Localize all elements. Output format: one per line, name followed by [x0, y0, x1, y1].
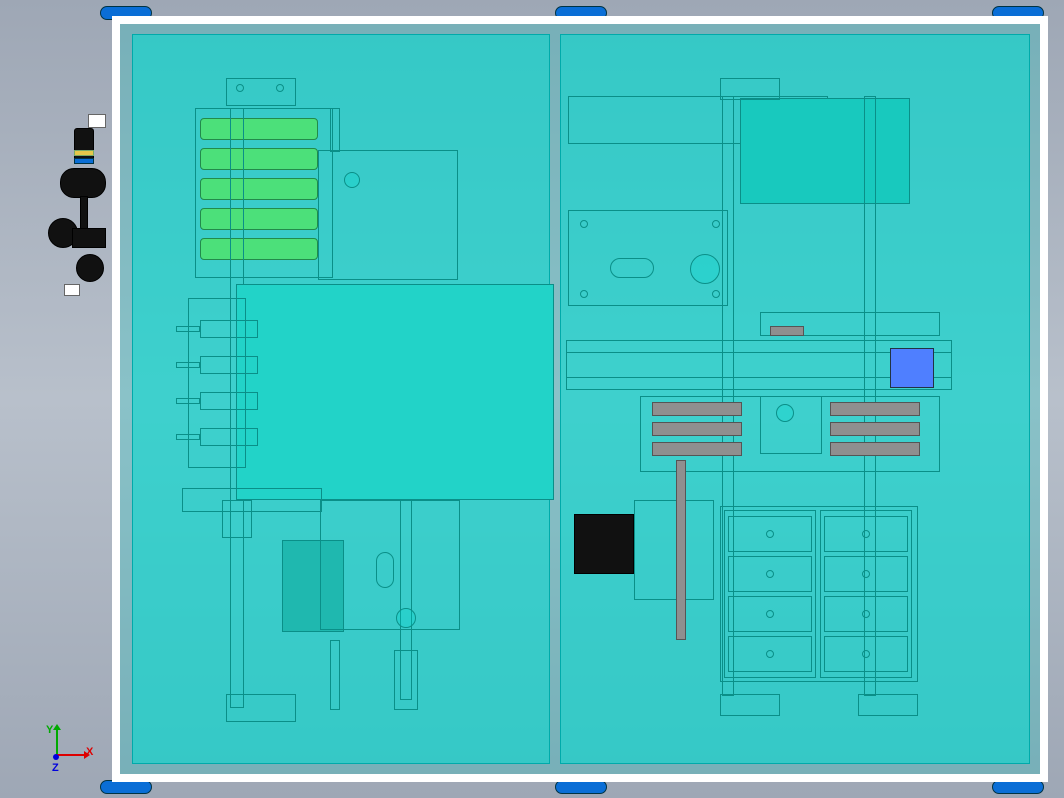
axis-z-icon: [53, 754, 59, 760]
green-roller: [200, 148, 318, 170]
leveling-foot: [555, 780, 607, 794]
cylinder: [200, 428, 258, 446]
view-triad[interactable]: Y X Z: [40, 730, 90, 780]
motor-mount: [634, 500, 714, 600]
belt: [676, 460, 686, 640]
slot: [376, 552, 394, 588]
bracket-bottom-r: [720, 694, 780, 716]
slat: [830, 402, 920, 416]
axis-y-icon: [56, 730, 58, 756]
bolt-hole: [712, 220, 720, 228]
label-band: [74, 150, 94, 156]
bore: [344, 172, 360, 188]
piston: [176, 362, 200, 368]
bracket-bottom-r2: [858, 694, 918, 716]
label-band: [74, 158, 94, 164]
pallet-screw: [862, 610, 870, 618]
pick-head: [760, 396, 822, 454]
piston: [176, 326, 200, 332]
stepper-motor: [574, 514, 634, 574]
pallet-screw: [766, 570, 774, 578]
slot: [610, 258, 654, 278]
piston: [176, 434, 200, 440]
pallet-screw: [766, 650, 774, 658]
pallet-screw: [862, 650, 870, 658]
port: [690, 254, 720, 284]
green-roller: [200, 178, 318, 200]
leveling-foot: [100, 780, 152, 794]
bolt-hole: [236, 84, 244, 92]
cylinder: [200, 356, 258, 374]
slat: [652, 422, 742, 436]
bolt-hole: [712, 290, 720, 298]
axis-z-label: Z: [52, 762, 59, 774]
elbow-fitting: [64, 284, 80, 296]
slat: [830, 442, 920, 456]
slat: [652, 442, 742, 456]
axis-y-label: Y: [46, 724, 53, 736]
small-plate: [770, 326, 804, 336]
pallet-screw: [862, 530, 870, 538]
tee: [72, 228, 106, 248]
coupling: [396, 608, 416, 628]
slat: [830, 422, 920, 436]
gauge: [76, 254, 104, 282]
green-roller: [200, 238, 318, 260]
carriage-block: [890, 348, 934, 388]
cylinder: [200, 320, 258, 338]
pallet-screw: [766, 530, 774, 538]
upper-plate: [318, 150, 458, 280]
bracket-bottom: [226, 694, 296, 722]
axis-x-icon: [56, 754, 84, 756]
right-top-block: [740, 98, 910, 204]
main-block: [236, 284, 554, 500]
bolt-hole: [276, 84, 284, 92]
piston: [176, 398, 200, 404]
cylinder: [200, 392, 258, 410]
slat: [652, 402, 742, 416]
regulator: [60, 168, 106, 198]
bracket-top-left: [226, 78, 296, 106]
bolt-hole: [580, 220, 588, 228]
elbow-fitting: [88, 114, 106, 128]
rail-short: [330, 640, 340, 710]
bolt-hole: [580, 290, 588, 298]
nozzle: [776, 404, 794, 422]
cad-viewport[interactable]: Y X Z: [0, 0, 1064, 798]
axis-x-label: X: [86, 746, 93, 758]
pallet-screw: [862, 570, 870, 578]
lower-plate: [182, 488, 322, 512]
bottom-cyl: [394, 650, 418, 710]
leveling-foot: [992, 780, 1044, 794]
green-roller: [200, 208, 318, 230]
pallet-screw: [766, 610, 774, 618]
pipe: [80, 196, 88, 232]
green-roller: [200, 118, 318, 140]
rail-short: [330, 108, 340, 152]
